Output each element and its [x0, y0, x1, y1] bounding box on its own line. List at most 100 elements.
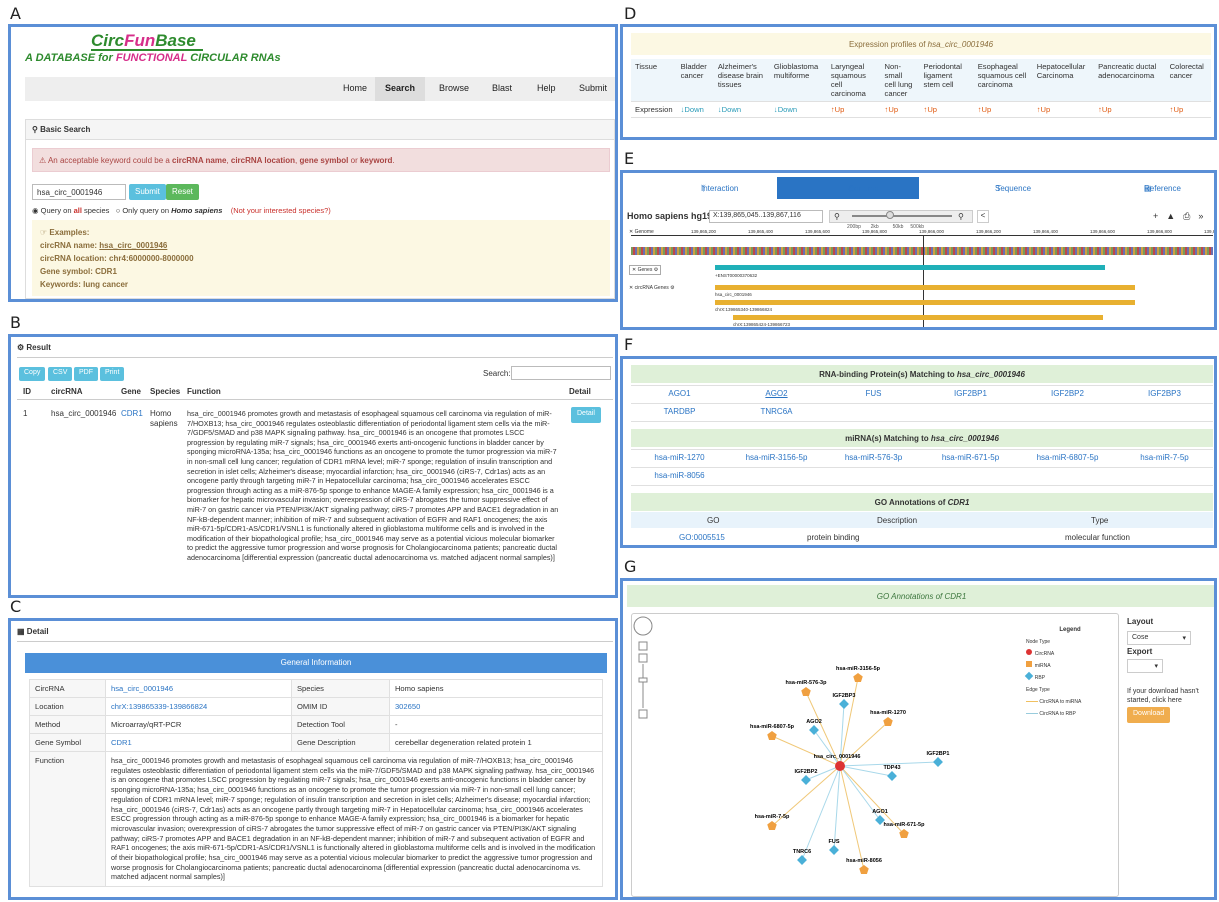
copy-button[interactable]: Copy: [19, 367, 46, 381]
example-location-link[interactable]: chr4:6000000-8000000: [109, 254, 194, 263]
zoom-slider-handle[interactable]: [638, 677, 648, 683]
col-gene[interactable]: Gene: [121, 387, 141, 396]
network-canvas[interactable]: hsa-miR-3156-5p hsa-miR-576-3p hsa-miR-127…: [631, 613, 1119, 897]
fit-button[interactable]: [638, 641, 648, 651]
go-col-desc: Description: [877, 516, 918, 525]
chevron-down-icon: ▾: [1154, 663, 1158, 670]
download-button[interactable]: Download: [1127, 707, 1171, 723]
rbp-node[interactable]: [829, 845, 839, 855]
tab-sequence[interactable]: ⊤ Sequence: [921, 177, 1069, 199]
tab-genome[interactable]: ◉ Genome: [777, 177, 919, 199]
annotation-link[interactable]: IGF2BP3: [1116, 385, 1213, 402]
gene-track[interactable]: [715, 265, 1105, 270]
nav-search[interactable]: Search: [375, 77, 425, 101]
annotation-link[interactable]: TARDBP: [631, 403, 728, 420]
rbp-node[interactable]: [839, 699, 849, 709]
mirna-node[interactable]: [853, 673, 863, 683]
rbp-node[interactable]: [801, 775, 811, 785]
rbp-legend-icon: [1024, 671, 1034, 681]
navbar: Home Search Browse Blast Help Submit: [25, 77, 615, 101]
row-divider: [631, 467, 1213, 468]
table-search-input[interactable]: [511, 366, 611, 380]
annotation-link[interactable]: hsa-miR-8056: [631, 467, 728, 484]
rbp-node[interactable]: [933, 757, 943, 767]
col-species[interactable]: Species: [150, 387, 180, 396]
zoom-out-button[interactable]: [638, 709, 648, 719]
go-row: GO:0005515 protein binding molecular fun…: [631, 530, 1213, 545]
submit-button[interactable]: Submit: [129, 184, 166, 200]
annotation-link[interactable]: AGO1: [631, 385, 728, 402]
zoom-in-icon[interactable]: ⚲: [958, 212, 964, 221]
radio-homo[interactable]: ○ Only query on Homo sapiens: [116, 206, 223, 215]
annotation-link[interactable]: hsa-miR-3156-5p: [728, 449, 825, 466]
reset-button[interactable]: Reset: [166, 184, 199, 200]
ruler-tick: 139,866,000: [919, 229, 945, 234]
network-node-label: hsa-miR-1270: [870, 710, 906, 716]
locus-input[interactable]: X:139,865,045..139,867,116: [709, 210, 823, 223]
circ-track-2[interactable]: [715, 300, 1135, 305]
print-button[interactable]: Print: [100, 367, 125, 381]
zoom-out-icon[interactable]: ⚲: [834, 212, 840, 221]
location-link[interactable]: chrX:139865339-139866824: [105, 697, 292, 716]
radio-all[interactable]: ◉ Query on all species: [32, 206, 109, 215]
mirna-node[interactable]: [859, 865, 869, 875]
nav-blast[interactable]: Blast: [492, 83, 512, 93]
rbp-node[interactable]: [809, 725, 819, 735]
nav-home[interactable]: Home: [343, 83, 367, 93]
example-keyword-link[interactable]: lung cancer: [83, 280, 128, 289]
circrna-node[interactable]: [835, 761, 845, 771]
zoom-in-button[interactable]: [638, 653, 648, 663]
nav-left-button[interactable]: <: [977, 210, 989, 223]
csv-button[interactable]: CSV: [48, 367, 73, 381]
mirna-node[interactable]: [767, 821, 777, 831]
col-function[interactable]: Function: [187, 387, 221, 396]
circ-track-1[interactable]: [715, 285, 1135, 290]
annotation-link[interactable]: FUS: [825, 385, 922, 402]
gene-symbol-link[interactable]: CDR1: [105, 733, 292, 752]
annotation-link[interactable]: TNRC6A: [728, 403, 825, 420]
annotation-link[interactable]: AGO2: [728, 385, 825, 402]
pan-control[interactable]: [633, 616, 653, 636]
rbp-node[interactable]: [797, 855, 807, 865]
go-type: molecular function: [1065, 533, 1130, 542]
annotation-link[interactable]: hsa-miR-576-3p: [825, 449, 922, 466]
network-node-label: IGF2BP1: [927, 751, 950, 757]
mirna-node[interactable]: [767, 731, 777, 741]
annotation-link[interactable]: IGF2BP2: [1019, 385, 1116, 402]
col-detail[interactable]: Detail: [569, 387, 591, 396]
layout-select[interactable]: Cose ▾: [1127, 631, 1191, 645]
go-id-link[interactable]: GO:0005515: [679, 533, 725, 542]
nav-help[interactable]: Help: [537, 83, 556, 93]
export-select[interactable]: ▾: [1127, 659, 1163, 673]
zoom-slider[interactable]: ⚲ ⚲: [829, 210, 973, 223]
example-name-link[interactable]: hsa_circ_0001946: [99, 241, 167, 250]
tab-interaction[interactable]: ᛉ Interaction: [627, 177, 775, 199]
nav-browse[interactable]: Browse: [439, 83, 469, 93]
row-gene-link[interactable]: CDR1: [121, 409, 143, 418]
sequence-bar: [631, 247, 1213, 255]
search-input[interactable]: hsa_circ_0001946: [32, 184, 126, 200]
detail-button[interactable]: Detail: [571, 407, 601, 423]
example-gene-link[interactable]: CDR1: [95, 267, 117, 276]
annotation-link[interactable]: hsa-miR-7-5p: [1116, 449, 1213, 466]
annotation-link[interactable]: IGF2BP1: [922, 385, 1019, 402]
nav-submit[interactable]: Submit: [579, 83, 607, 93]
col-circrna[interactable]: circRNA: [51, 387, 83, 396]
mirna-node[interactable]: [883, 717, 893, 727]
site-logo[interactable]: CircFunBase: [91, 31, 196, 51]
tab-reference[interactable]: ▤ Reference: [1071, 177, 1214, 199]
annotation-link[interactable]: hsa-miR-6807-5p: [1019, 449, 1116, 466]
expression-header: Expression profiles of hsa_circ_0001946: [631, 33, 1211, 55]
species-note-link[interactable]: (Not your interested species?): [231, 206, 331, 215]
annotation-link[interactable]: hsa-miR-1270: [631, 449, 728, 466]
slider-handle[interactable]: [886, 211, 894, 219]
circrna-link[interactable]: hsa_circ_0001946: [105, 679, 292, 698]
pdf-button[interactable]: PDF: [74, 367, 98, 381]
rbp-node[interactable]: [887, 771, 897, 781]
mirna-node[interactable]: [801, 687, 811, 697]
omim-link[interactable]: 302650: [388, 697, 604, 716]
circ-track-3[interactable]: [733, 315, 1103, 320]
col-id[interactable]: ID: [23, 387, 31, 396]
toolbar-icons[interactable]: +▲⎙»: [1153, 211, 1211, 222]
annotation-link[interactable]: hsa-miR-671-5p: [922, 449, 1019, 466]
